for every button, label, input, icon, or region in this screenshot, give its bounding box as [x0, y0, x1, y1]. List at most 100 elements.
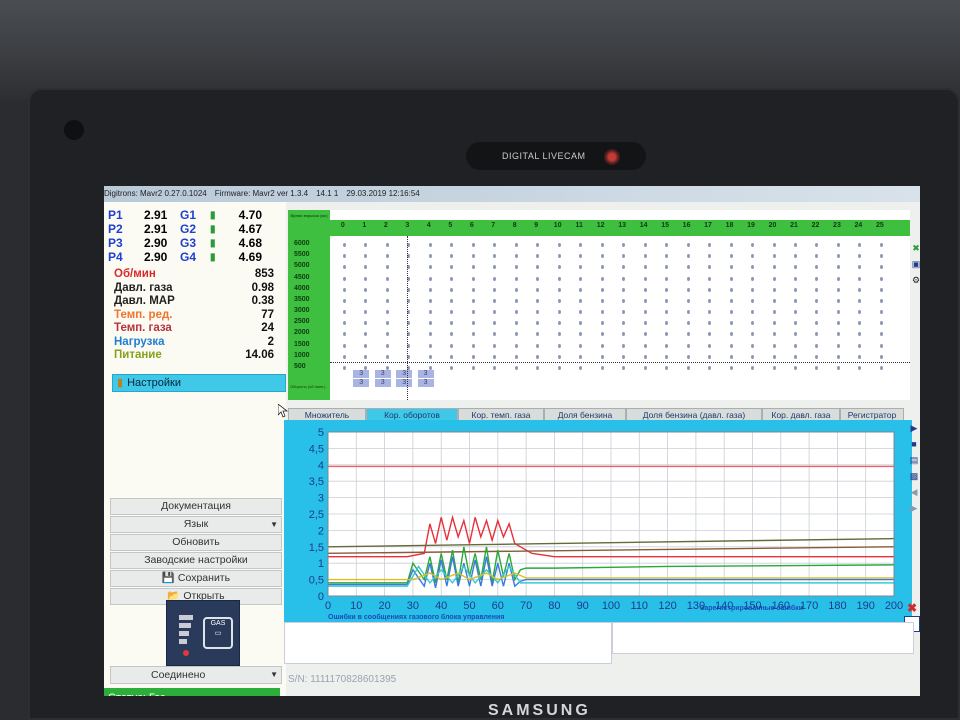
- map-cell-dot[interactable]: [428, 354, 432, 359]
- map-cell-dot[interactable]: [450, 254, 454, 259]
- map-cell-dot[interactable]: [600, 265, 604, 270]
- map-cell-dot[interactable]: [579, 310, 583, 314]
- map-cell-dot[interactable]: [364, 332, 368, 337]
- map-cell-dot[interactable]: [342, 276, 346, 281]
- map-cell-dot[interactable]: [643, 343, 647, 348]
- map-cell-dot[interactable]: [471, 321, 475, 326]
- map-cell-dot[interactable]: [385, 287, 389, 292]
- close-errors-icon[interactable]: ✖: [907, 601, 917, 615]
- map-cell-dot[interactable]: [794, 254, 797, 259]
- map-cell-dot[interactable]: [493, 287, 497, 292]
- map-cell-dot[interactable]: [665, 243, 669, 247]
- map-cell-dot[interactable]: [643, 310, 647, 314]
- map-cell-dot[interactable]: [836, 265, 840, 270]
- map-cell-dot[interactable]: [579, 343, 583, 348]
- map-cell-dot[interactable]: [600, 298, 604, 303]
- map-cell-dot[interactable]: [622, 310, 626, 314]
- save-button[interactable]: 💾 Сохранить: [110, 570, 282, 587]
- map-cell-dot[interactable]: [622, 265, 626, 270]
- close-icon[interactable]: ✖: [910, 242, 920, 254]
- map-cell-dot[interactable]: [600, 243, 604, 247]
- map-cell-dot[interactable]: [493, 310, 497, 314]
- map-cell-dot[interactable]: [858, 298, 862, 303]
- map-cell-dot[interactable]: [686, 287, 690, 292]
- map-cell-dot[interactable]: [665, 265, 669, 270]
- map-cell-dot[interactable]: [342, 287, 346, 292]
- factory-settings-button[interactable]: Заводские настройки: [110, 552, 282, 569]
- map-cell-dot[interactable]: [858, 265, 862, 270]
- map-cell-dot[interactable]: [772, 287, 776, 292]
- map-cell-dot[interactable]: [794, 354, 797, 359]
- map-cell-dot[interactable]: [557, 365, 561, 370]
- gear-icon[interactable]: ⚙: [910, 274, 920, 286]
- map-cell-dot[interactable]: [794, 332, 797, 337]
- map-cell-dot[interactable]: [751, 321, 755, 326]
- map-cell-dot[interactable]: [600, 332, 604, 337]
- map-cell-value[interactable]: 3: [353, 370, 370, 378]
- map-cell-dot[interactable]: [686, 332, 690, 337]
- map-cell-dot[interactable]: [428, 343, 432, 348]
- map-cell-dot[interactable]: [450, 243, 454, 247]
- map-cell-dot[interactable]: [622, 343, 626, 348]
- map-cell-dot[interactable]: [600, 254, 604, 259]
- map-cell-dot[interactable]: [665, 321, 669, 326]
- map-cell-dot[interactable]: [493, 276, 497, 281]
- map-cell-dot[interactable]: [579, 298, 583, 303]
- map-cell-dot[interactable]: [879, 276, 883, 281]
- stop-icon[interactable]: ■: [908, 438, 920, 450]
- map-cell-dot[interactable]: [858, 310, 862, 314]
- map-cell-dot[interactable]: [385, 254, 389, 259]
- map-cell-dot[interactable]: [751, 343, 755, 348]
- map-cell-dot[interactable]: [342, 332, 346, 337]
- map-cell-dot[interactable]: [471, 287, 475, 292]
- map-cell-dot[interactable]: [858, 354, 862, 359]
- map-cell-dot[interactable]: [364, 321, 368, 326]
- map-cell-dot[interactable]: [428, 287, 432, 292]
- map-cell-dot[interactable]: [686, 321, 690, 326]
- settings-button[interactable]: ▮ Настройки: [112, 374, 286, 392]
- map-cell-dot[interactable]: [794, 276, 797, 281]
- map-cell-dot[interactable]: [536, 243, 540, 247]
- map-cell-dot[interactable]: [342, 298, 346, 303]
- play-icon[interactable]: ▶: [908, 422, 920, 434]
- map-cell-dot[interactable]: [557, 243, 561, 247]
- map-cell-dot[interactable]: [450, 354, 454, 359]
- map-cell-dot[interactable]: [450, 298, 454, 303]
- map-cell-dot[interactable]: [794, 310, 797, 314]
- map-cell-dot[interactable]: [836, 343, 840, 348]
- map-cell-dot[interactable]: [879, 332, 883, 337]
- map-cell-dot[interactable]: [751, 310, 755, 314]
- map-cell-dot[interactable]: [815, 265, 819, 270]
- map-cell-dot[interactable]: [794, 365, 797, 370]
- map-cell-dot[interactable]: [708, 276, 712, 281]
- map-cell-dot[interactable]: [708, 310, 712, 314]
- map-cell-dot[interactable]: [643, 332, 647, 337]
- map-cell-dot[interactable]: [385, 298, 389, 303]
- map-cell-dot[interactable]: [579, 354, 583, 359]
- map-cell-dot[interactable]: [643, 243, 647, 247]
- map-cell-dot[interactable]: [428, 243, 432, 247]
- map-cell-dot[interactable]: [342, 254, 346, 259]
- map-grid[interactable]: 33333333: [330, 236, 910, 400]
- map-cell-dot[interactable]: [729, 321, 733, 326]
- map-cell-dot[interactable]: [600, 365, 604, 370]
- map-cell-dot[interactable]: [514, 265, 518, 270]
- map-cell-dot[interactable]: [364, 265, 368, 270]
- map-cell-dot[interactable]: [493, 332, 497, 337]
- map-cell-dot[interactable]: [557, 265, 561, 270]
- map-cell-dot[interactable]: [665, 310, 669, 314]
- map-cell-dot[interactable]: [686, 243, 690, 247]
- map-cell-dot[interactable]: [815, 243, 819, 247]
- map-cell-dot[interactable]: [514, 354, 518, 359]
- map-cell-dot[interactable]: [364, 310, 368, 314]
- map-cell-value[interactable]: 3: [374, 370, 391, 378]
- map-cell-dot[interactable]: [471, 354, 475, 359]
- save-file-icon[interactable]: ▩: [908, 470, 920, 482]
- map-cell-dot[interactable]: [536, 254, 540, 259]
- map-cell-dot[interactable]: [536, 287, 540, 292]
- map-cell-dot[interactable]: [772, 298, 776, 303]
- map-cell-dot[interactable]: [428, 298, 432, 303]
- map-cell-dot[interactable]: [557, 332, 561, 337]
- map-cell-dot[interactable]: [879, 287, 883, 292]
- map-cell-dot[interactable]: [622, 254, 626, 259]
